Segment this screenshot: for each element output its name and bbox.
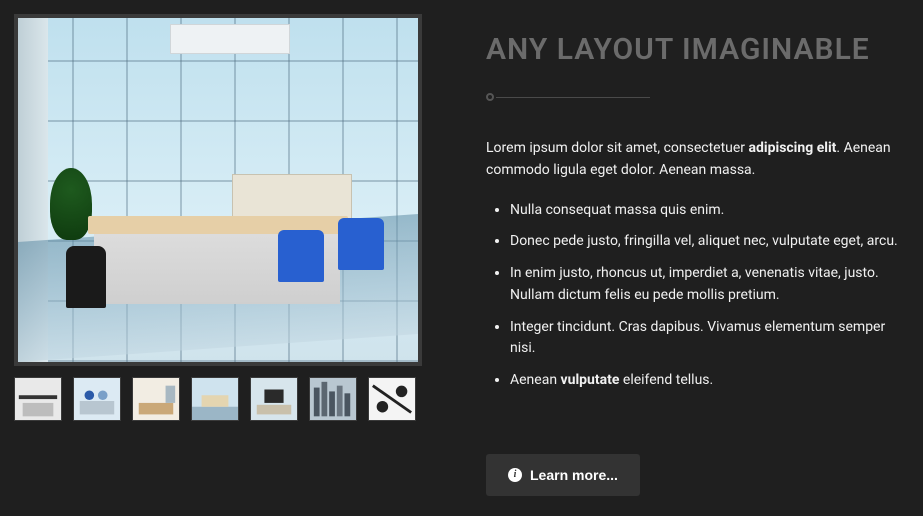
divider-ring-icon (486, 93, 494, 101)
gallery-main-image[interactable] (14, 14, 422, 366)
thumb-blueprint[interactable] (368, 377, 416, 421)
intro-text-pre: Lorem ipsum dolor sit amet, consectetuer (486, 140, 749, 156)
list-item: Integer tincidunt. Cras dapibus. Vivamus… (510, 317, 909, 360)
thumb-lounge[interactable] (132, 377, 180, 421)
info-icon: i (508, 468, 522, 482)
divider (486, 93, 909, 101)
thumb-open-office[interactable] (191, 377, 239, 421)
thumb-workstation[interactable] (250, 377, 298, 421)
gallery-thumb-strip (14, 377, 430, 421)
thumb-cityscape[interactable] (309, 377, 357, 421)
page-title: ANY LAYOUT IMAGINABLE (486, 32, 909, 67)
thumb-office-bw[interactable] (14, 377, 62, 421)
list-item: Nulla consequat massa quis enim. (510, 200, 909, 222)
intro-text-bold: adipiscing elit (749, 140, 837, 156)
list-item: Aenean vulputate eleifend tellus. (510, 370, 909, 392)
list-item: In enim justo, rhoncus ut, imperdiet a, … (510, 263, 909, 306)
feature-list: Nulla consequat massa quis enim. Donec p… (486, 200, 909, 392)
list-item: Donec pede justo, fringilla vel, aliquet… (510, 231, 909, 253)
thumb-meeting[interactable] (73, 377, 121, 421)
intro-paragraph: Lorem ipsum dolor sit amet, consectetuer… (486, 137, 909, 182)
learn-more-label: Learn more... (530, 467, 618, 483)
learn-more-button[interactable]: i Learn more... (486, 454, 640, 496)
